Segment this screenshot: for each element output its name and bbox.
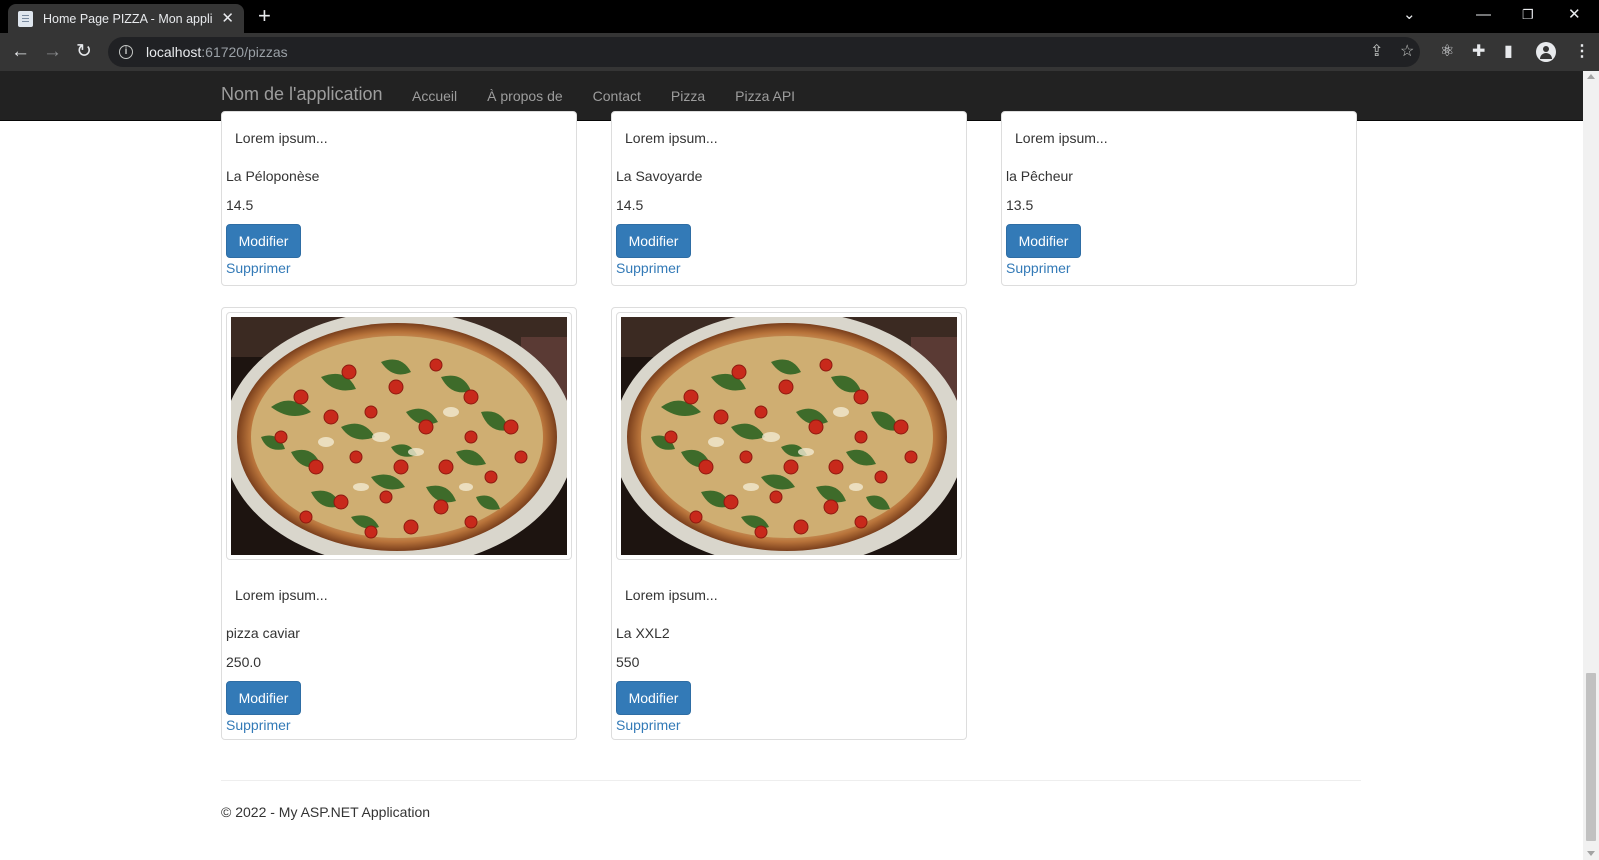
modifier-button[interactable]: Modifier (1006, 224, 1081, 258)
supprimer-link[interactable]: Supprimer (616, 260, 681, 276)
pizza-card: Lorem ipsum... La XXL2 550 Modifier Supp… (611, 307, 967, 740)
new-tab-button[interactable]: + (258, 4, 271, 28)
pizza-description: Lorem ipsum... (1015, 130, 1108, 146)
pizza-card: Lorem ipsum... la Pêcheur 13.5 Modifier … (1001, 111, 1357, 286)
pizza-card: Lorem ipsum... La Savoyarde 14.5 Modifie… (611, 111, 967, 286)
pizza-name: La Savoyarde (616, 168, 703, 184)
share-icon[interactable]: ⇪ (1370, 43, 1383, 61)
page-favicon-icon (18, 10, 33, 27)
pizza-image (616, 312, 962, 560)
browser-toolbar: ← → ↻ i localhost :61720/pizzas ⇪ ☆ ⚛ ✚ … (0, 33, 1599, 71)
tab-title: Home Page PIZZA - Mon application ASP.NE… (43, 11, 213, 26)
modifier-button[interactable]: Modifier (616, 224, 691, 258)
star-icon[interactable]: ☆ (1400, 43, 1414, 61)
pizza-name: La Péloponèse (226, 168, 320, 184)
url-host: localhost (146, 44, 202, 60)
pizza-card: Lorem ipsum... La Péloponèse 14.5 Modifi… (221, 111, 577, 286)
profile-icon[interactable] (1536, 42, 1556, 62)
pizza-name: la Pêcheur (1006, 168, 1073, 184)
footer-divider (221, 780, 1361, 781)
minimize-icon[interactable]: — (1476, 3, 1491, 27)
browser-tab[interactable]: Home Page PIZZA - Mon application ASP.NE… (8, 4, 244, 33)
pizza-photo (231, 317, 567, 555)
restore-icon[interactable]: ❐ (1522, 3, 1534, 27)
pizza-description: Lorem ipsum... (625, 130, 718, 146)
pizza-price: 14.5 (226, 197, 254, 213)
pizza-price: 13.5 (1006, 197, 1034, 213)
supprimer-link[interactable]: Supprimer (226, 717, 291, 733)
modifier-button[interactable]: Modifier (226, 224, 301, 258)
footer-text: © 2022 - My ASP.NET Application (221, 804, 431, 820)
pizza-price: 550 (616, 654, 640, 670)
pizza-name: pizza caviar (226, 625, 300, 641)
pizza-price: 250.0 (226, 654, 262, 670)
address-bar[interactable]: i localhost :61720/pizzas ⇪ ☆ (108, 37, 1420, 67)
react-devtools-icon[interactable]: ⚛ (1440, 42, 1454, 62)
side-panel-icon[interactable]: ▮ (1504, 42, 1513, 62)
info-icon[interactable]: i (119, 45, 133, 59)
navbar-brand[interactable]: Nom de l'application (221, 84, 383, 105)
supprimer-link[interactable]: Supprimer (1006, 260, 1071, 276)
pizza-description: Lorem ipsum... (235, 130, 328, 146)
page-scrollbar[interactable] (1583, 71, 1599, 860)
menu-icon[interactable]: ⋮ (1574, 42, 1590, 62)
pizza-description: Lorem ipsum... (235, 587, 328, 603)
browser-tabstrip: Home Page PIZZA - Mon application ASP.NE… (0, 0, 1599, 33)
forward-icon[interactable]: → (43, 40, 62, 64)
page-viewport: Nom de l'application Accueil À propos de… (0, 71, 1583, 860)
close-window-icon[interactable]: ✕ (1568, 3, 1581, 27)
extensions-icon[interactable]: ✚ (1472, 42, 1485, 62)
pizza-image (226, 312, 572, 560)
url-path: :61720/pizzas (201, 44, 288, 60)
modifier-button[interactable]: Modifier (616, 681, 691, 715)
tab-list-icon[interactable]: ⌄ (1403, 3, 1416, 27)
supprimer-link[interactable]: Supprimer (616, 717, 681, 733)
scroll-down-icon[interactable] (1587, 851, 1595, 856)
pizza-price: 14.5 (616, 197, 644, 213)
back-icon[interactable]: ← (11, 40, 30, 64)
scrollbar-thumb[interactable] (1586, 673, 1596, 841)
pizza-name: La XXL2 (616, 625, 670, 641)
scroll-up-icon[interactable] (1587, 74, 1595, 79)
modifier-button[interactable]: Modifier (226, 681, 301, 715)
tab-close-icon[interactable]: ✕ (221, 11, 234, 26)
reload-icon[interactable]: ↻ (76, 40, 92, 64)
pizza-card: Lorem ipsum... pizza caviar 250.0 Modifi… (221, 307, 577, 740)
supprimer-link[interactable]: Supprimer (226, 260, 291, 276)
pizza-description: Lorem ipsum... (625, 587, 718, 603)
pizza-photo (621, 317, 957, 555)
